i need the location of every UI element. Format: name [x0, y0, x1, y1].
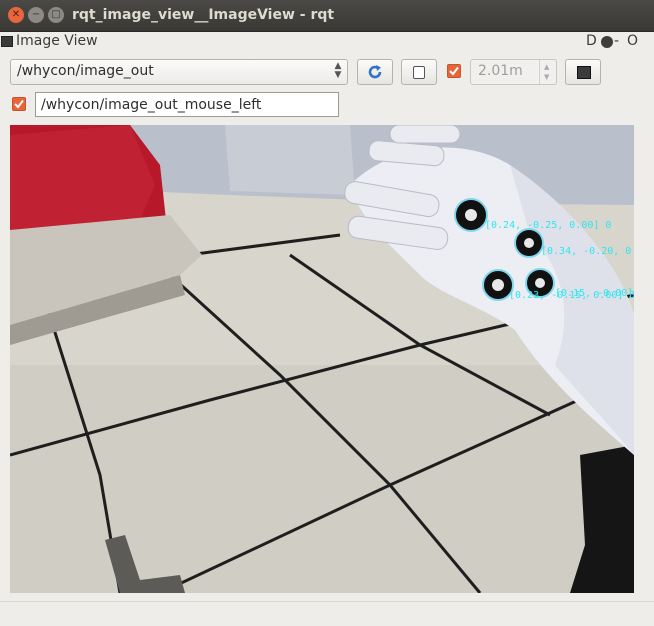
window-icon — [1, 36, 13, 47]
dock-title: Image View — [16, 33, 98, 49]
save-icon — [413, 66, 425, 79]
camera-image: [0.24, -0.25, 0.00] 0 [0.34, -0.20, 0 [0… — [10, 125, 634, 593]
refresh-button[interactable] — [357, 59, 393, 85]
window-title: rqt_image_view__ImageView - rqt — [72, 7, 335, 23]
mouse-topic-input[interactable] — [35, 92, 339, 117]
marker-label-1: [0.34, -0.20, 0 — [541, 246, 631, 257]
arrow-down-icon[interactable]: ▼ — [544, 73, 549, 81]
refresh-icon — [368, 65, 382, 79]
save-image-button[interactable] — [401, 59, 437, 85]
marker-label-0: [0.24, -0.25, 0.00] 0 — [485, 220, 611, 231]
status-bar — [0, 601, 654, 626]
window-close-button[interactable]: ✕ — [8, 7, 24, 23]
help-icon[interactable] — [601, 36, 613, 48]
topic-combobox-value: /whycon/image_out — [17, 63, 154, 79]
dock-float-button[interactable]: O — [627, 33, 638, 49]
zoom-checkbox[interactable] — [447, 64, 461, 78]
window-minimize-button[interactable]: − — [28, 7, 44, 23]
camera-image-view[interactable]: [0.24, -0.25, 0.00] 0 [0.34, -0.20, 0 [0… — [10, 125, 634, 593]
dock-close-button[interactable]: - — [614, 33, 619, 49]
rotate-button[interactable] — [565, 59, 601, 85]
mouse-publish-checkbox[interactable] — [12, 97, 26, 111]
wall-panel — [225, 125, 355, 195]
zoom-spinbox[interactable]: 2.01m ▲ ▼ — [470, 59, 557, 85]
dock-help-button[interactable]: D — [586, 33, 597, 49]
checkmark-icon — [14, 99, 24, 109]
topic-combobox[interactable]: /whycon/image_out ▲ ▼ — [10, 59, 348, 85]
checkmark-icon — [449, 66, 459, 76]
floor-shade — [10, 365, 634, 593]
rotate-icon — [577, 66, 591, 79]
zoom-spinbox-value: 2.01m — [478, 63, 523, 79]
window-titlebar: ✕ − □ rqt_image_view__ImageView - rqt — [0, 0, 654, 32]
marker-label-3: [0.15, -0.00] 4 — [555, 288, 634, 299]
spinbox-arrows[interactable]: ▲ ▼ — [539, 60, 556, 84]
window-maximize-button[interactable]: □ — [48, 7, 64, 23]
updown-arrows-icon: ▲ ▼ — [334, 61, 342, 80]
dock-header: Image View D - O — [0, 31, 654, 53]
arrow-up-icon[interactable]: ▲ — [544, 63, 549, 71]
